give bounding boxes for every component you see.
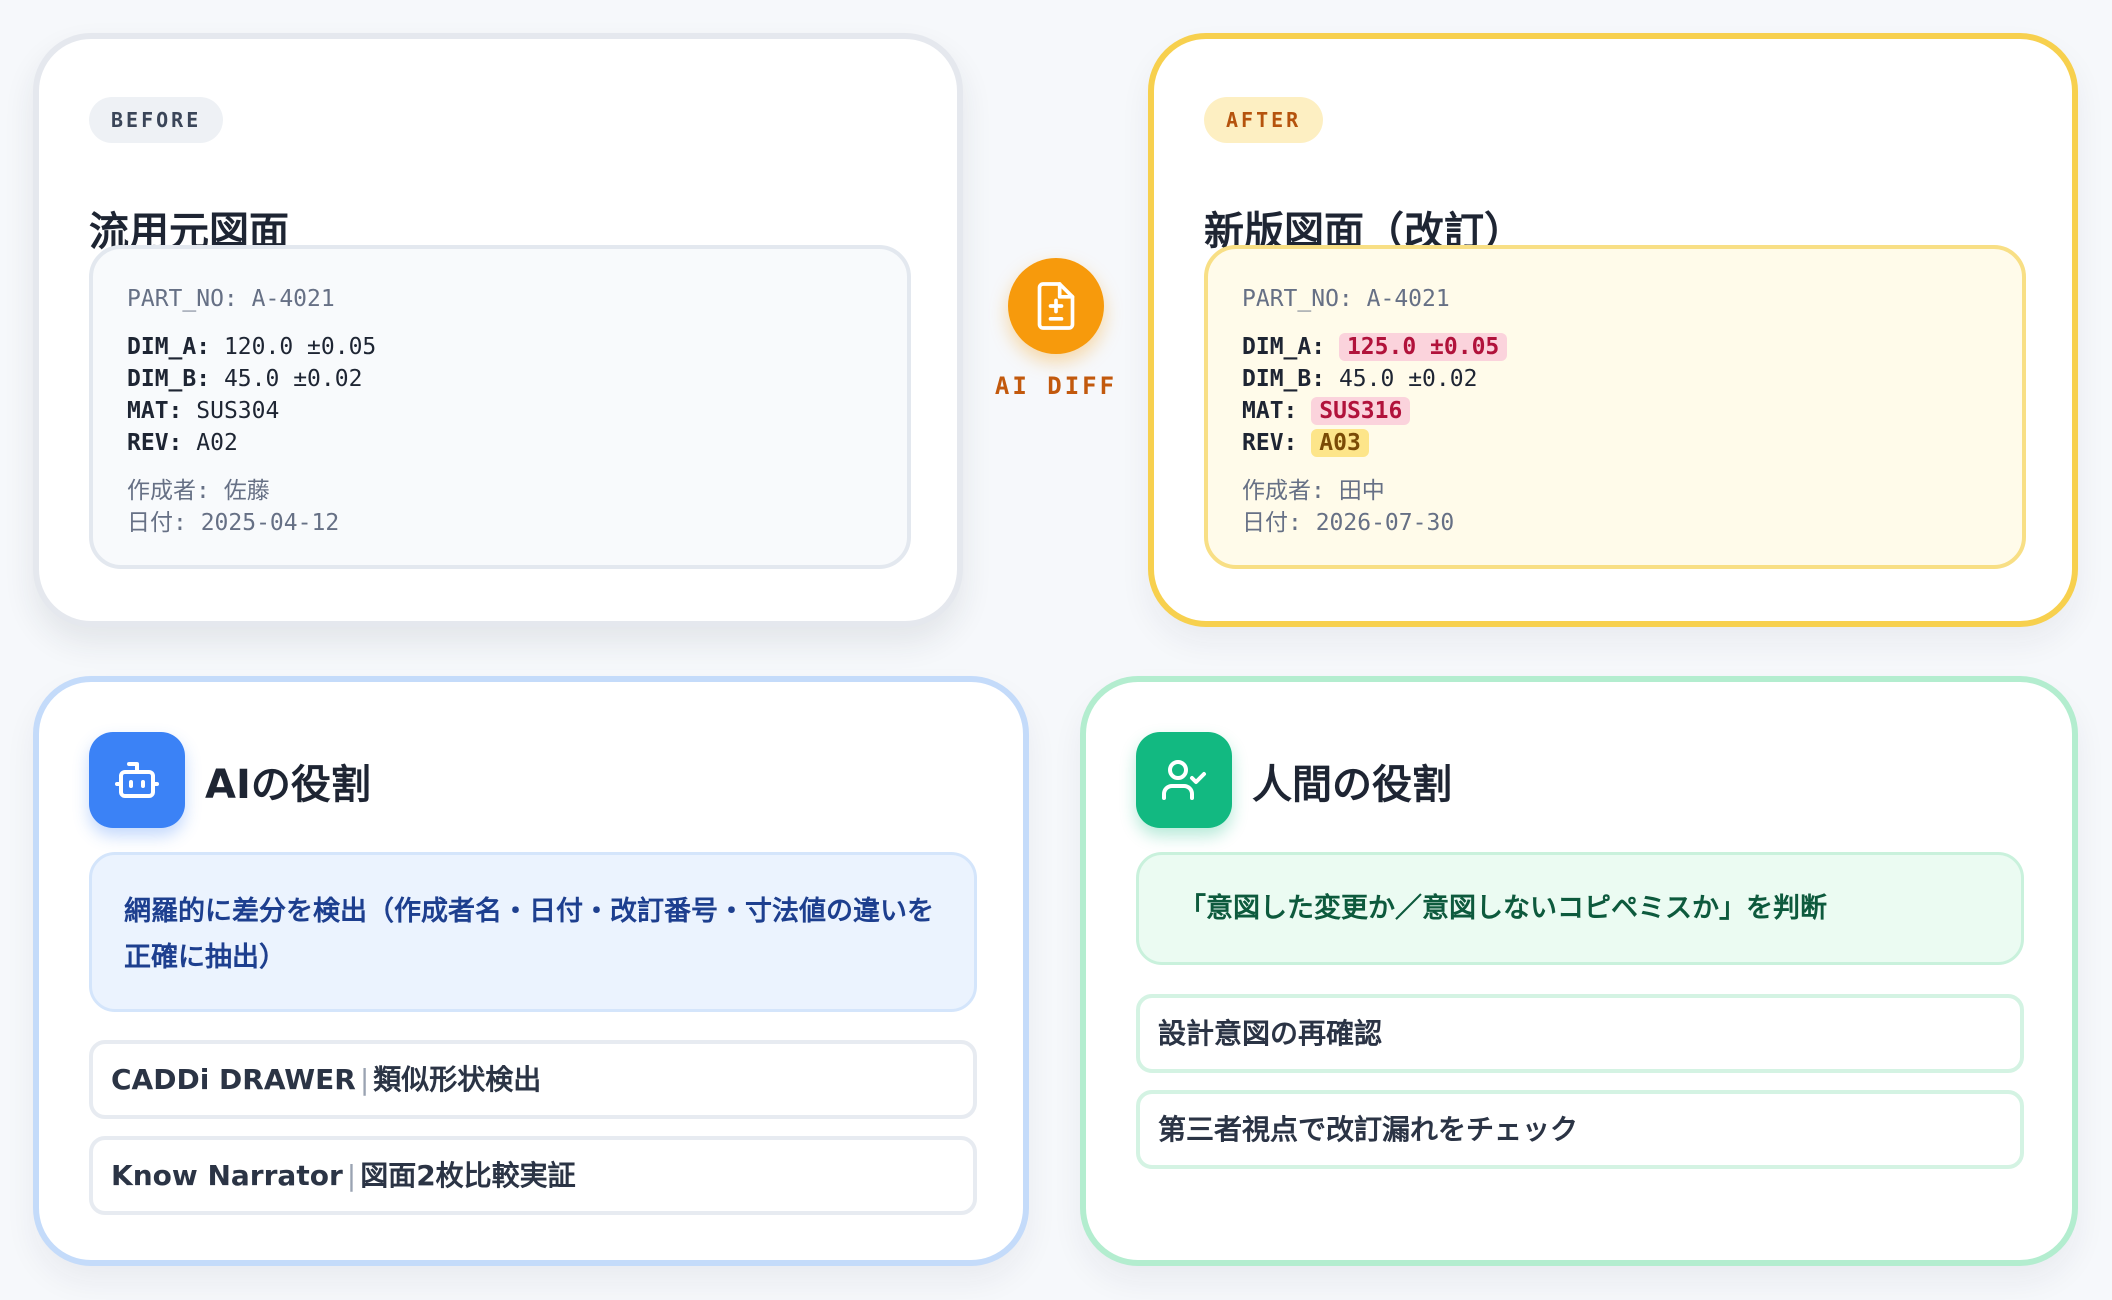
before-dim-b-value: 45.0 ±0.02 [223, 366, 363, 392]
file-diff-icon [1008, 258, 1104, 354]
robot-icon [89, 732, 185, 828]
after-date: 日付: 2026-07-30 [1242, 510, 1455, 536]
ai-tool-item: CADDi DRAWER | 類似形状検出 [89, 1040, 977, 1119]
after-mat-key: MAT: [1242, 398, 1298, 424]
before-dim-b-key: DIM_B: [127, 366, 211, 392]
after-dim-a-key: DIM_A: [1242, 334, 1326, 360]
after-author: 作成者: 田中 [1242, 478, 1385, 504]
before-rev-key: REV: [127, 430, 183, 456]
after-dim-b-value: 45.0 ±0.02 [1338, 366, 1478, 392]
human-role-card: 人間の役割 「意図した変更か／意図しないコピペミスか」を判断 設計意図の再確認 … [1080, 676, 2078, 1266]
before-rev: REV: A02 [127, 427, 873, 459]
user-check-icon [1136, 732, 1232, 828]
ai-tool-desc: 図面2枚比較実証 [360, 1159, 576, 1192]
after-dim-a-value-changed: 125.0 ±0.05 [1338, 333, 1508, 361]
after-rev-value-changed: A03 [1311, 429, 1369, 457]
ai-role-title: AIの役割 [205, 762, 371, 808]
before-card: BEFORE 流用元図面 PART_NO: A-4021 DIM_A: 120.… [33, 33, 963, 627]
before-drawing-box: PART_NO: A-4021 DIM_A: 120.0 ±0.05 DIM_B… [89, 245, 911, 569]
after-mat-value-changed: SUS316 [1311, 397, 1411, 425]
ai-role-card: AIの役割 網羅的に差分を検出（作成者名・日付・改訂番号・寸法値の違いを正確に抽… [33, 676, 1029, 1266]
after-rev: REV: A03 [1242, 427, 1988, 459]
before-dim-a-key: DIM_A: [127, 334, 211, 360]
after-rev-key: REV: [1242, 430, 1298, 456]
after-mat: MAT: SUS316 [1242, 395, 1988, 427]
human-task-item: 設計意図の再確認 [1136, 994, 2024, 1073]
before-rev-value: A02 [196, 430, 238, 456]
ai-tool-name: CADDi DRAWER [111, 1063, 356, 1096]
ai-diff-label: AI DIFF [994, 372, 1118, 400]
before-dim-a: DIM_A: 120.0 ±0.05 [127, 331, 873, 363]
before-mat: MAT: SUS304 [127, 395, 873, 427]
ai-tool-name: Know Narrator [111, 1159, 343, 1192]
before-part-no: PART_NO: A-4021 [127, 286, 335, 312]
ai-role-highlight: 網羅的に差分を検出（作成者名・日付・改訂番号・寸法値の違いを正確に抽出） [89, 852, 977, 1012]
before-dim-b: DIM_B: 45.0 ±0.02 [127, 363, 873, 395]
after-dim-b-key: DIM_B: [1242, 366, 1326, 392]
before-dim-a-value: 120.0 ±0.05 [223, 334, 377, 360]
ai-tool-desc: 類似形状検出 [373, 1063, 542, 1096]
human-role-title: 人間の役割 [1252, 762, 1452, 808]
ai-tool-item: Know Narrator | 図面2枚比較実証 [89, 1136, 977, 1215]
human-role-highlight: 「意図した変更か／意図しないコピペミスか」を判断 [1136, 852, 2024, 965]
before-mat-value: SUS304 [196, 398, 280, 424]
after-card: AFTER 新版図面（改訂） PART_NO: A-4021 DIM_A: 12… [1148, 33, 2078, 627]
before-author: 作成者: 佐藤 [127, 478, 270, 504]
human-task-item: 第三者視点で改訂漏れをチェック [1136, 1090, 2024, 1169]
after-dim-b: DIM_B: 45.0 ±0.02 [1242, 363, 1988, 395]
after-badge: AFTER [1204, 97, 1324, 143]
before-badge: BEFORE [89, 97, 224, 143]
after-drawing-box: PART_NO: A-4021 DIM_A: 125.0 ±0.05 DIM_B… [1204, 245, 2026, 569]
after-dim-a: DIM_A: 125.0 ±0.05 [1242, 331, 1988, 363]
after-part-no: PART_NO: A-4021 [1242, 286, 1450, 312]
before-mat-key: MAT: [127, 398, 183, 424]
before-date: 日付: 2025-04-12 [127, 510, 340, 536]
